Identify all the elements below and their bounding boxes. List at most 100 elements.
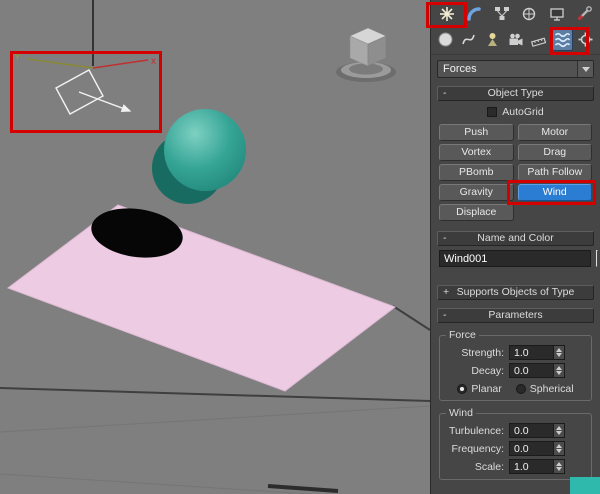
name-and-color-row xyxy=(439,250,592,267)
category-shapes[interactable] xyxy=(458,29,479,51)
category-lights[interactable] xyxy=(482,29,503,51)
spinner-arrows-icon[interactable] xyxy=(553,424,564,437)
tab-utilities[interactable] xyxy=(574,4,594,24)
wind-group: Wind Turbulence: 0.0 Frequency: 0.0 Scal… xyxy=(439,407,592,480)
frequency-label: Frequency: xyxy=(444,443,504,455)
push-button[interactable]: Push xyxy=(439,124,514,141)
scale-spinner[interactable]: 1.0 xyxy=(509,459,565,474)
spinner-arrows-icon[interactable] xyxy=(553,442,564,455)
tab-hierarchy[interactable] xyxy=(492,4,512,24)
autogrid-checkbox[interactable] xyxy=(487,107,497,117)
category-geometry[interactable] xyxy=(435,29,456,51)
autogrid-row: AutoGrid xyxy=(431,104,600,119)
turbulence-row: Turbulence: 0.0 xyxy=(444,423,587,438)
y-axis-label: Y xyxy=(14,52,21,63)
strength-value: 1.0 xyxy=(514,347,529,359)
turbulence-label: Turbulence: xyxy=(444,425,504,437)
collapse-minus-icon: - xyxy=(443,309,447,322)
frequency-row: Frequency: 0.0 xyxy=(444,441,587,456)
rollout-name-and-color[interactable]: - Name and Color xyxy=(437,231,594,246)
strength-spinner[interactable]: 1.0 xyxy=(509,345,565,360)
frequency-spinner[interactable]: 0.0 xyxy=(509,441,565,456)
category-systems[interactable] xyxy=(575,29,596,51)
create-categories xyxy=(431,27,600,55)
planar-spherical-radios: Planar Spherical xyxy=(444,383,587,395)
gravity-button[interactable]: Gravity xyxy=(439,184,514,201)
turbulence-value: 0.0 xyxy=(514,425,529,437)
tab-create[interactable] xyxy=(437,4,457,24)
sphere-object[interactable] xyxy=(164,109,246,191)
scene-canvas: x Y xyxy=(0,0,430,494)
rollout-parameters[interactable]: - Parameters xyxy=(437,308,594,323)
helpers-icon xyxy=(530,31,547,48)
command-panel-tabs xyxy=(431,0,600,27)
collapse-plus-icon: + xyxy=(443,286,449,299)
planar-radio[interactable]: Planar xyxy=(457,383,501,395)
wind-button[interactable]: Wind xyxy=(518,184,593,201)
strength-row: Strength: 1.0 xyxy=(444,345,587,360)
frequency-value: 0.0 xyxy=(514,443,529,455)
systems-icon xyxy=(577,31,594,48)
autogrid-label: AutoGrid xyxy=(502,106,543,118)
radio-unselected-icon xyxy=(516,384,526,394)
create-icon xyxy=(439,6,455,22)
strength-label: Strength: xyxy=(444,347,504,359)
tab-modify[interactable] xyxy=(464,4,484,24)
chevron-down-icon xyxy=(582,67,590,72)
turbulence-spinner[interactable]: 0.0 xyxy=(509,423,565,438)
wind-group-label: Wind xyxy=(446,407,476,419)
spinner-arrows-icon[interactable] xyxy=(553,460,564,473)
vortex-button[interactable]: Vortex xyxy=(439,144,514,161)
category-helpers[interactable] xyxy=(528,29,549,51)
dropdown-arrow-button[interactable] xyxy=(577,61,593,77)
command-panel: Forces - Object Type AutoGrid Push Motor… xyxy=(430,0,600,494)
path-follow-button[interactable]: Path Follow xyxy=(518,164,593,181)
decay-label: Decay: xyxy=(444,365,504,377)
tab-motion[interactable] xyxy=(519,4,539,24)
radio-selected-icon xyxy=(457,384,467,394)
rollout-supports-objects[interactable]: + Supports Objects of Type xyxy=(437,285,594,300)
rollout-object-type-title: Object Type xyxy=(488,87,544,99)
spinner-arrows-icon[interactable] xyxy=(553,364,564,377)
rollout-name-and-color-title: Name and Color xyxy=(477,232,553,244)
planar-radio-label: Planar xyxy=(471,383,501,395)
category-cameras[interactable] xyxy=(505,29,526,51)
object-type-buttons: Push Motor Vortex Drag PBomb Path Follow… xyxy=(439,124,592,221)
decay-value: 0.0 xyxy=(514,365,529,377)
motion-icon xyxy=(521,6,537,22)
modify-icon xyxy=(466,6,482,22)
tab-display[interactable] xyxy=(547,4,567,24)
x-axis-label: x xyxy=(151,56,156,67)
cameras-icon xyxy=(507,31,524,48)
rollout-parameters-title: Parameters xyxy=(488,309,542,321)
wind-button-label: Wind xyxy=(543,186,567,198)
collapse-minus-icon: - xyxy=(443,87,447,100)
rollout-supports-objects-title: Supports Objects of Type xyxy=(457,286,575,298)
object-color-swatch[interactable] xyxy=(596,250,598,267)
forces-dropdown-value: Forces xyxy=(443,63,477,75)
category-space-warps[interactable] xyxy=(552,29,573,51)
space-warps-icon xyxy=(553,30,572,49)
shapes-icon xyxy=(460,31,477,48)
empty-grid-cell xyxy=(518,204,593,221)
force-group-label: Force xyxy=(446,329,479,341)
decay-spinner[interactable]: 0.0 xyxy=(509,363,565,378)
spinner-arrows-icon[interactable] xyxy=(553,346,564,359)
pbomb-button[interactable]: PBomb xyxy=(439,164,514,181)
spherical-radio-label: Spherical xyxy=(530,383,574,395)
collapse-minus-icon: - xyxy=(443,232,447,245)
object-name-input[interactable] xyxy=(439,250,591,267)
viewport-3d[interactable]: x Y xyxy=(0,0,430,494)
motor-button[interactable]: Motor xyxy=(518,124,593,141)
screenshot-root: x Y xyxy=(0,0,600,494)
drag-button[interactable]: Drag xyxy=(518,144,593,161)
scale-value: 1.0 xyxy=(514,461,529,473)
displace-button[interactable]: Displace xyxy=(439,204,514,221)
spherical-radio[interactable]: Spherical xyxy=(516,383,574,395)
decay-row: Decay: 0.0 xyxy=(444,363,587,378)
rollout-object-type[interactable]: - Object Type xyxy=(437,86,594,101)
display-icon xyxy=(549,6,565,22)
hierarchy-icon xyxy=(494,6,510,22)
forces-dropdown[interactable]: Forces xyxy=(437,60,594,78)
lights-icon xyxy=(484,31,501,48)
